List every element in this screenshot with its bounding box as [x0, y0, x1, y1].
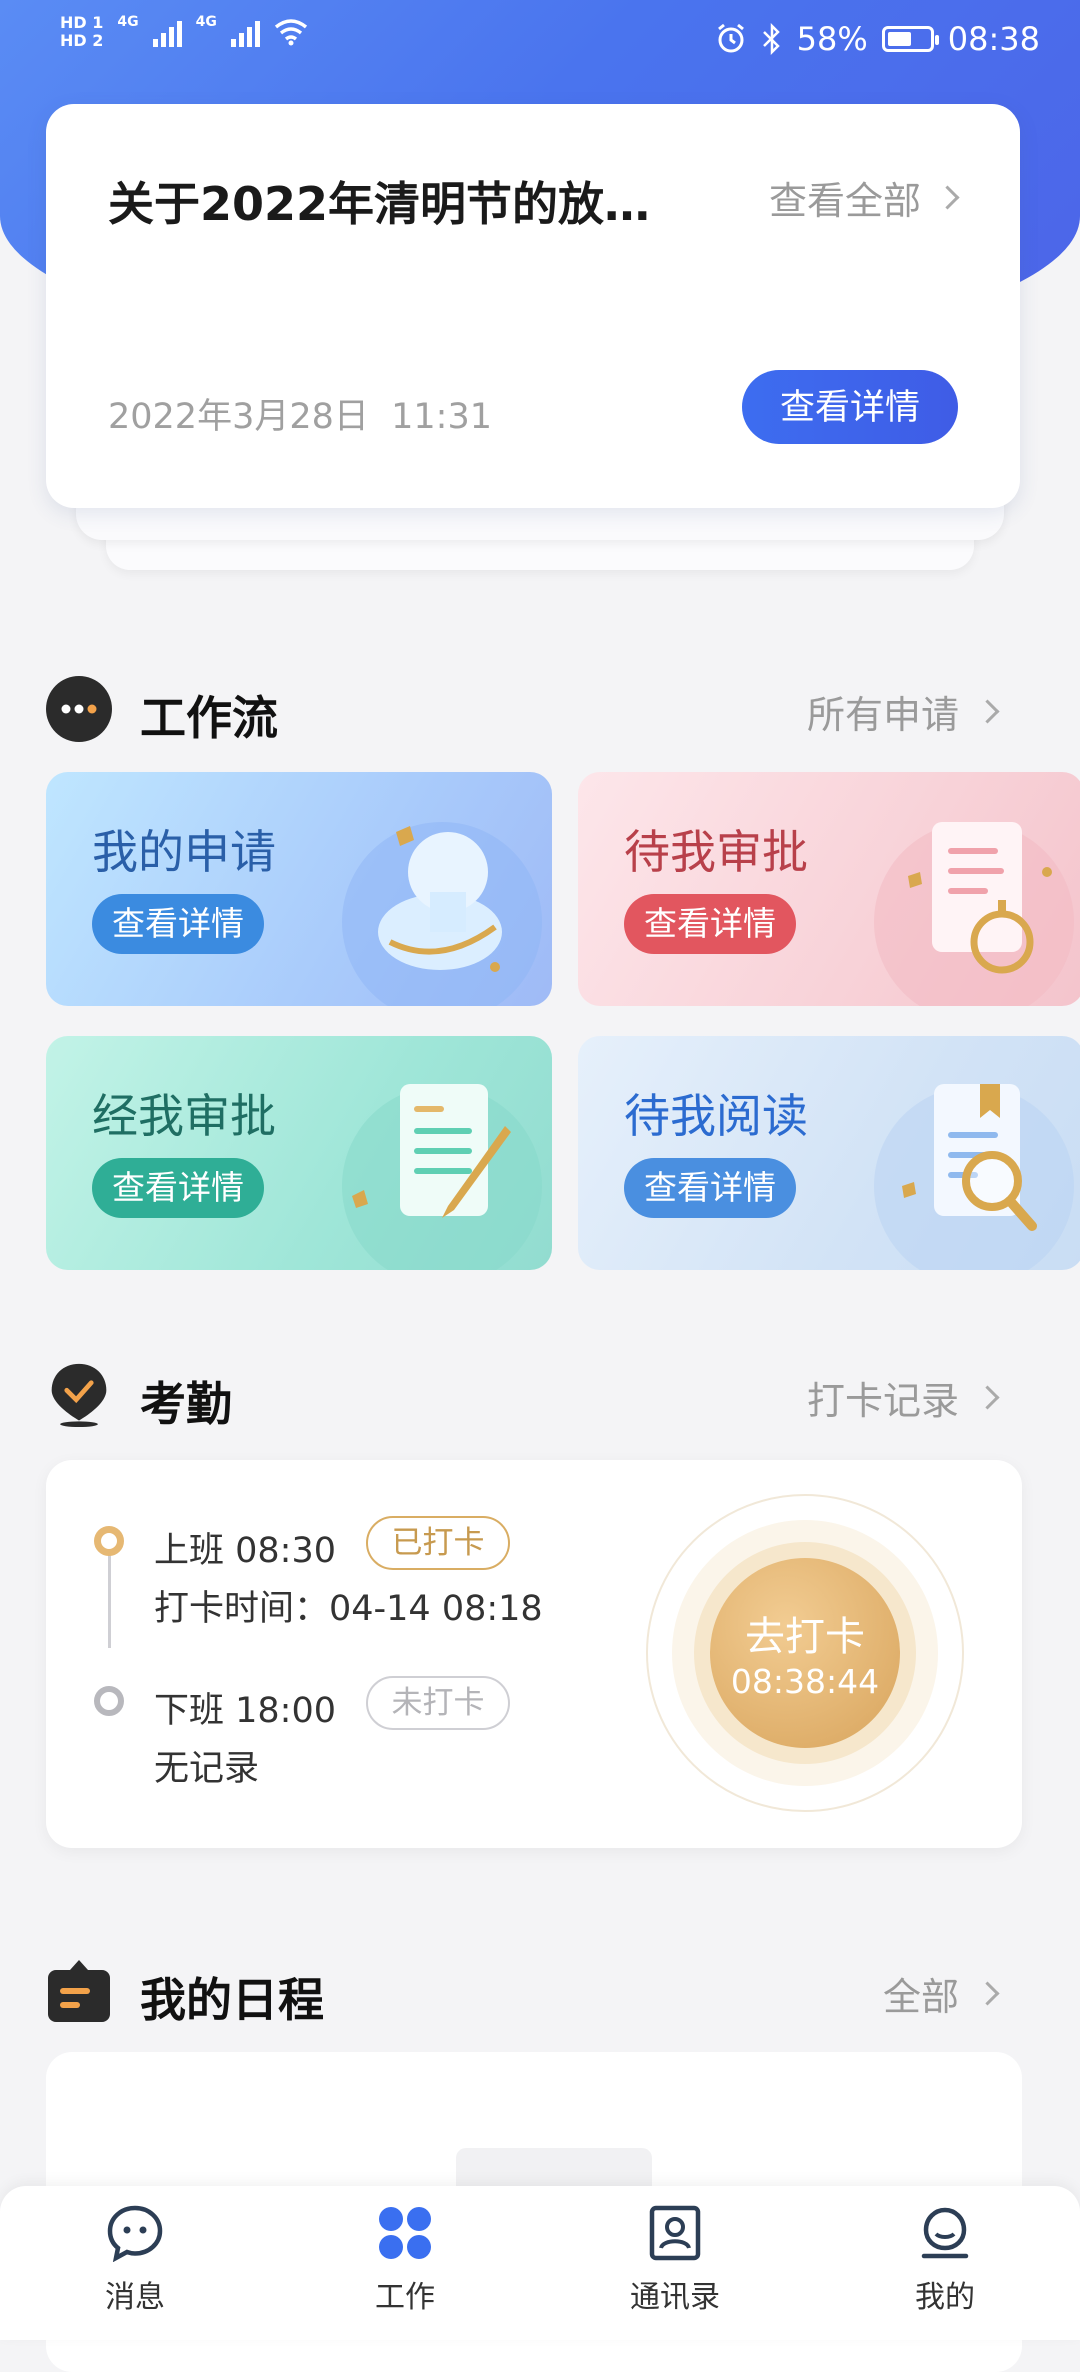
- tab-messages[interactable]: 消息: [45, 2204, 225, 2316]
- punch-record-label: 打卡记录: [806, 1379, 959, 1423]
- status-time: 08:38: [947, 20, 1040, 58]
- off-duty-label: 下班 18:00: [154, 1691, 336, 1731]
- section-title: 考勤: [140, 1377, 232, 1431]
- no-record-text: 无记录: [154, 1749, 260, 1789]
- timeline-dot-done: [94, 1526, 124, 1556]
- tile-pending-approval[interactable]: 待我审批 查看详情: [578, 772, 1080, 1006]
- chevron-right-icon: [975, 699, 1000, 724]
- wifi-icon: [274, 19, 307, 46]
- sim-indicators: HD 1 HD 2: [60, 14, 103, 50]
- tab-label: 工作: [375, 2280, 435, 2315]
- chevron-right-icon: [935, 185, 960, 210]
- punched-badge: 已打卡: [366, 1516, 510, 1570]
- tile-title: 待我审批: [624, 825, 808, 879]
- bottom-tab-bar: 消息 工作 通讯录 我的: [0, 2186, 1080, 2340]
- status-bar: HD 1 HD 2 4G 4G 58% 08:38: [0, 0, 1080, 80]
- tile-my-requests[interactable]: 我的申请 查看详情: [46, 772, 552, 1006]
- tab-label: 消息: [105, 2280, 165, 2315]
- punch-time-detail: 打卡时间：04-14 08:18: [154, 1589, 543, 1629]
- tile-title: 经我审批: [92, 1089, 276, 1143]
- more-dots-icon: [46, 676, 112, 742]
- schedule-header: 我的日程 全部: [46, 1958, 1036, 2028]
- schedule-all-label: 全部: [882, 1975, 959, 2019]
- view-all-label: 查看全部: [768, 179, 921, 223]
- punch-button-label: 去打卡: [745, 1614, 865, 1660]
- work-icon: [379, 2207, 431, 2259]
- schedule-all-link[interactable]: 全部: [882, 1966, 1000, 2021]
- stamp-icon: [378, 826, 502, 972]
- tile-detail-button[interactable]: 查看详情: [92, 894, 264, 954]
- tile-detail-button[interactable]: 查看详情: [92, 1158, 264, 1218]
- location-check-icon: [51, 1363, 107, 1428]
- notice-card[interactable]: 关于2022年清明节的放… 查看全部 2022年3月28日 11:31 查看详情: [46, 104, 1020, 508]
- all-requests-label: 所有申请: [806, 693, 959, 737]
- tile-title: 我的申请: [92, 825, 276, 879]
- battery-percent: 58%: [796, 20, 868, 58]
- calendar-briefcase-icon: [48, 1960, 110, 2022]
- sim2-label: HD 2: [60, 31, 104, 50]
- profile-icon: [921, 2207, 969, 2259]
- signal-icon: [152, 17, 182, 47]
- attendance-card: 上班 08:30 已打卡 打卡时间：04-14 08:18 下班 18:00 未…: [46, 1460, 1022, 1848]
- notice-date: 2022年3月28日 11:31: [108, 397, 492, 437]
- workflow-header: 工作流 所有申请: [46, 676, 1036, 746]
- chevron-right-icon: [975, 1385, 1000, 1410]
- signal-icon: [230, 17, 260, 47]
- punch-clock-time: 08:38:44: [730, 1662, 880, 1701]
- alarm-icon: [717, 23, 744, 53]
- punch-record-link[interactable]: 打卡记录: [806, 1370, 1000, 1425]
- punch-button[interactable]: 去打卡 08:38:44: [710, 1558, 900, 1748]
- view-all-link[interactable]: 查看全部: [768, 170, 960, 225]
- on-duty-label: 上班 08:30: [154, 1531, 336, 1571]
- sim1-label: HD 1: [60, 13, 104, 32]
- notice-title[interactable]: 关于2022年清明节的放…: [108, 168, 668, 234]
- message-icon: [107, 2205, 163, 2262]
- tab-label: 通讯录: [630, 2280, 720, 2315]
- tile-detail-button[interactable]: 查看详情: [624, 894, 796, 954]
- network-type-1: 4G: [117, 14, 139, 30]
- document-search-icon: [902, 1084, 1037, 1231]
- battery-icon: [881, 26, 939, 52]
- document-pen-icon: [352, 1084, 511, 1218]
- not-punched-badge: 未打卡: [366, 1676, 510, 1730]
- section-title: 工作流: [140, 691, 278, 745]
- notice-detail-button[interactable]: 查看详情: [742, 370, 958, 444]
- tab-profile[interactable]: 我的: [855, 2204, 1035, 2316]
- contacts-icon: [649, 2205, 701, 2261]
- tile-title: 待我阅读: [624, 1089, 808, 1143]
- attendance-header: 考勤 打卡记录: [46, 1362, 1036, 1432]
- timeline-dot-pending: [94, 1686, 124, 1716]
- tile-approved-by-me[interactable]: 经我审批 查看详情: [46, 1036, 552, 1270]
- tab-work[interactable]: 工作: [315, 2204, 495, 2316]
- all-requests-link[interactable]: 所有申请: [806, 684, 1000, 739]
- document-clock-icon: [908, 822, 1052, 974]
- tab-label: 我的: [915, 2280, 975, 2315]
- section-title: 我的日程: [140, 1973, 324, 2027]
- tile-detail-button[interactable]: 查看详情: [624, 1158, 796, 1218]
- network-type-2: 4G: [195, 14, 217, 30]
- timeline-line: [108, 1542, 111, 1648]
- tile-pending-reading[interactable]: 待我阅读 查看详情: [578, 1036, 1080, 1270]
- bluetooth-icon: [762, 23, 780, 55]
- tab-contacts[interactable]: 通讯录: [585, 2204, 765, 2316]
- chevron-right-icon: [975, 1981, 1000, 2006]
